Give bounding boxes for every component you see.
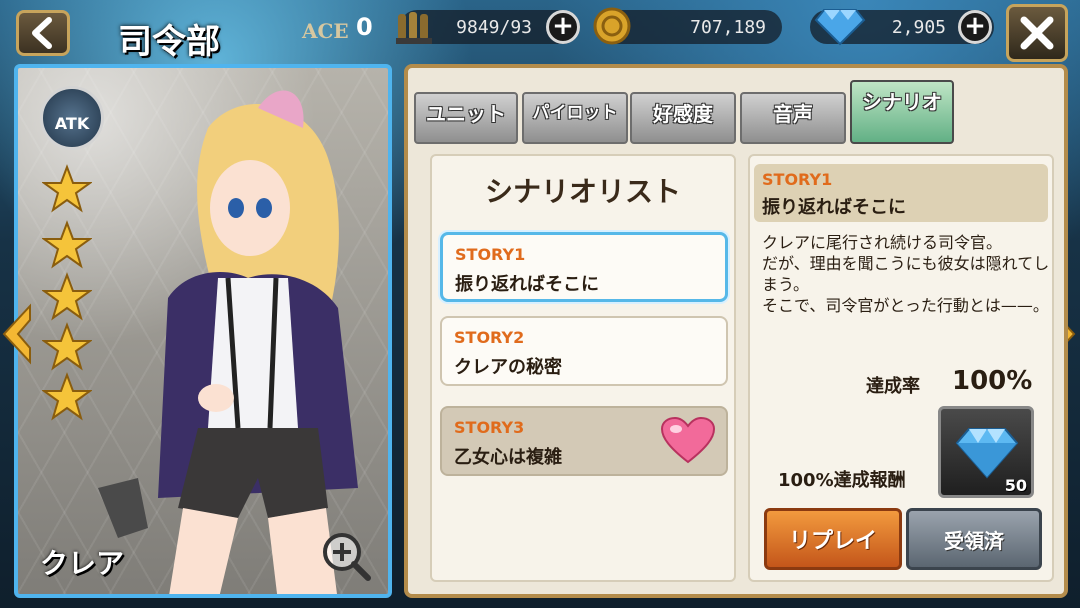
detail-description: クレアに尾行され続ける司令官。 だが、理由を聞こうにも彼女は隠れてしまう。 そこ… xyxy=(762,233,1050,315)
ace-label: ACE xyxy=(302,19,349,43)
story-name: クレアの秘密 xyxy=(454,357,562,378)
top-bar: 司令部 ACE 0 9849/93 + 707,189 2,905 + xyxy=(0,0,1080,62)
prev-character-arrow-icon[interactable] xyxy=(0,302,32,366)
story-name: 振り返ればそこに xyxy=(455,274,599,295)
gem-icon xyxy=(814,9,866,46)
replay-button[interactable]: リプレイ xyxy=(764,508,902,570)
ammo-value: 9849/93 xyxy=(456,16,532,38)
completion-rate-label: 達成率 xyxy=(866,376,920,397)
gem-add-button[interactable]: + xyxy=(958,10,992,44)
close-button[interactable] xyxy=(1006,4,1068,62)
close-icon xyxy=(1020,16,1054,50)
scenario-list-title: シナリオリスト xyxy=(484,175,681,208)
tab-label: シナリオ xyxy=(862,90,942,114)
detail-story-tag: STORY1 xyxy=(762,170,833,189)
story-item-2[interactable]: STORY2 クレアの秘密 xyxy=(440,316,728,386)
ammo-icon xyxy=(396,12,432,44)
coin-value: 707,189 xyxy=(690,16,766,38)
back-button[interactable] xyxy=(16,10,70,56)
tab-label: ユニット xyxy=(426,102,506,126)
coin-icon xyxy=(593,7,631,45)
detail-header: STORY1 振り返ればそこに xyxy=(754,164,1048,222)
story-tag: STORY1 xyxy=(455,245,526,264)
character-card: ATK クレア xyxy=(14,64,392,598)
tab-affinity[interactable]: 好感度 xyxy=(630,92,736,144)
character-name: クレア xyxy=(40,547,125,580)
rank-star-icon xyxy=(42,372,92,421)
ace-value: 0 xyxy=(356,13,373,41)
detail-story-name: 振り返ればそこに xyxy=(762,197,906,218)
completion-rate-value: 100% xyxy=(952,366,1033,396)
scenario-list: シナリオリスト STORY1 振り返ればそこに STORY2 クレアの秘密 ST… xyxy=(430,154,736,582)
chevron-left-icon xyxy=(32,17,52,49)
story-item-1[interactable]: STORY1 振り返ればそこに xyxy=(440,232,728,302)
rank-star-icon xyxy=(42,164,92,213)
reward-count: 50 xyxy=(1004,476,1027,495)
tab-pilot[interactable]: パイロット xyxy=(522,92,628,144)
tab-label: 音声 xyxy=(773,102,813,126)
gem-value: 2,905 xyxy=(891,16,946,38)
tab-unit[interactable]: ユニット xyxy=(414,92,518,144)
heart-icon xyxy=(660,416,716,464)
tab-label: パイロット xyxy=(532,103,618,123)
scenario-panel: ユニット パイロット 好感度 音声 シナリオ シナリオリスト STORY1 振り… xyxy=(404,64,1068,598)
tab-label: 好感度 xyxy=(653,102,713,126)
story-tag: STORY2 xyxy=(454,328,525,347)
story-item-3[interactable]: STORY3 乙女心は複雑 xyxy=(440,406,728,476)
rank-star-icon xyxy=(42,272,92,321)
page-title: 司令部 xyxy=(118,22,220,62)
rank-star-icon xyxy=(42,322,92,371)
replay-label: リプレイ xyxy=(788,529,877,554)
ammo-add-button[interactable]: + xyxy=(546,10,580,44)
received-button[interactable]: 受領済 xyxy=(906,508,1042,570)
atk-type-badge: ATK xyxy=(40,86,104,150)
reward-item: 50 xyxy=(938,406,1034,498)
rank-star-icon xyxy=(42,220,92,269)
atk-label: ATK xyxy=(54,114,90,133)
zoom-icon[interactable] xyxy=(320,530,372,582)
reward-label: 100%達成報酬 xyxy=(778,470,906,491)
character-portrait xyxy=(98,90,358,594)
received-label: 受領済 xyxy=(944,528,1004,553)
gem-icon xyxy=(955,428,1019,479)
scenario-detail: STORY1 振り返ればそこに クレアに尾行され続ける司令官。 だが、理由を聞こ… xyxy=(748,154,1054,582)
tab-scenario[interactable]: シナリオ xyxy=(850,80,954,144)
tab-voice[interactable]: 音声 xyxy=(740,92,846,144)
